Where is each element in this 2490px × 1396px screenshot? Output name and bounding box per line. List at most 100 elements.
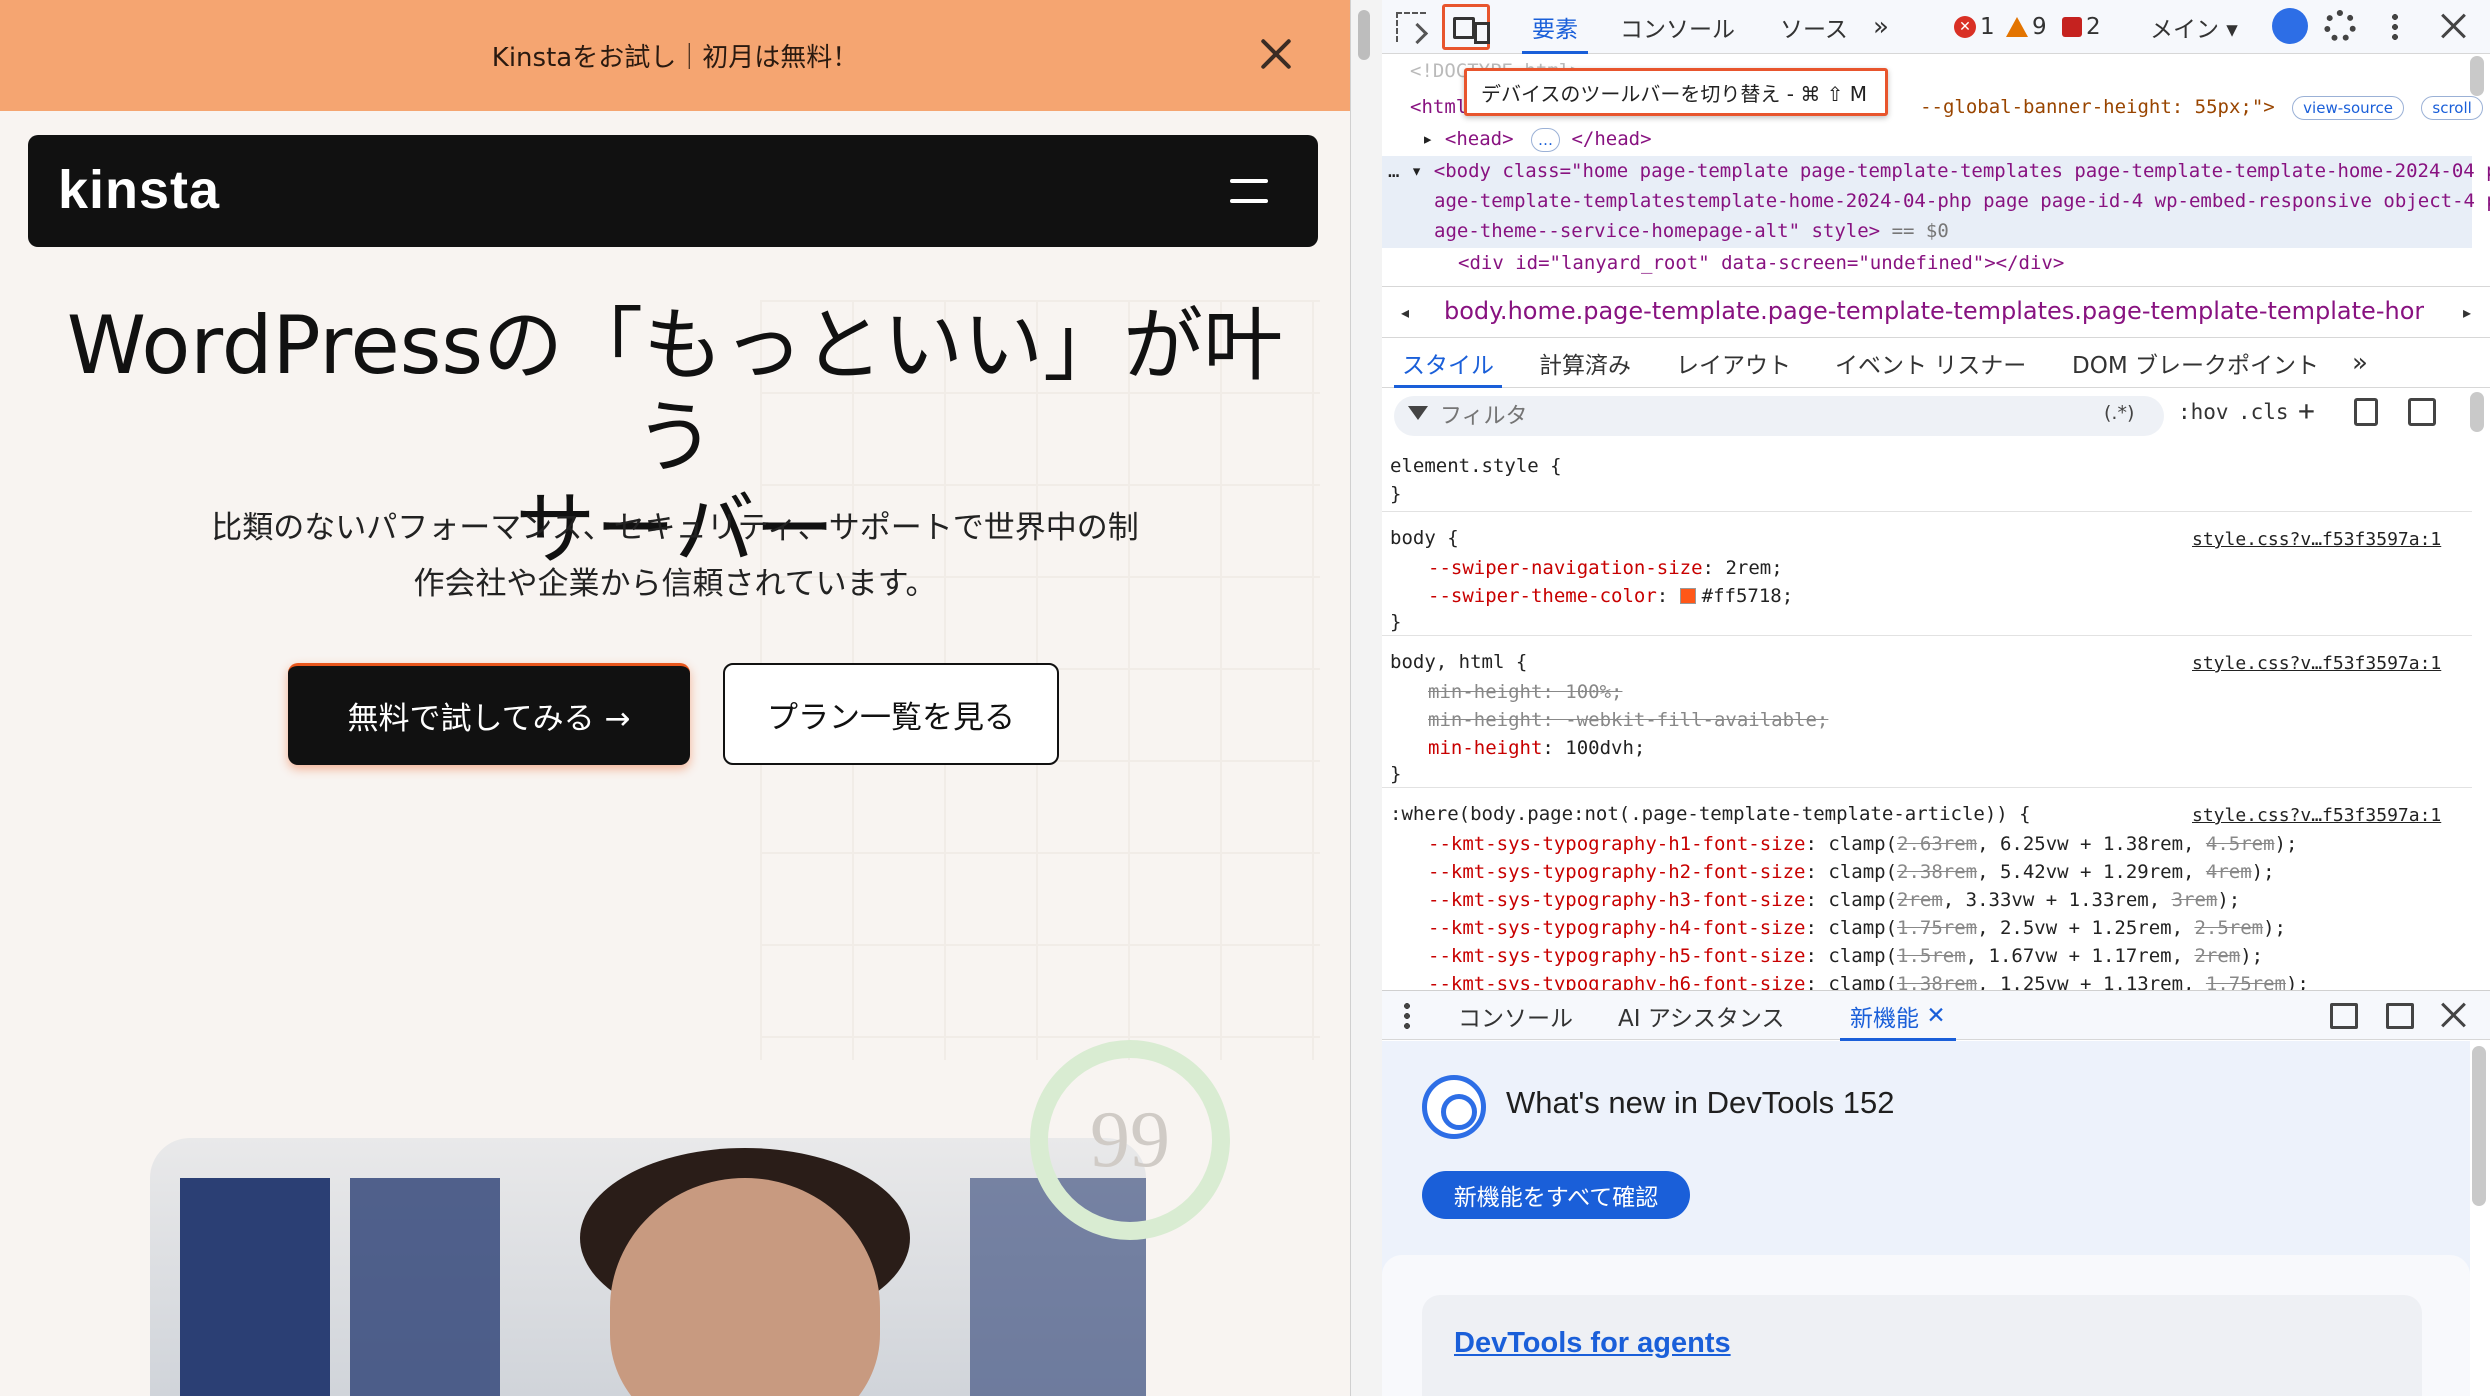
- rule-body-html[interactable]: body, html { style.css?v…f53f3597a:1 min…: [1382, 636, 2472, 788]
- new-rule-plus-icon[interactable]: +: [2298, 394, 2315, 427]
- warning-count-badge[interactable]: 9: [2006, 0, 2047, 54]
- view-plans-button[interactable]: プラン一覧を見る: [723, 663, 1059, 765]
- tab-computed[interactable]: 計算済み: [1539, 338, 1631, 388]
- breadcrumb-left-arrow-icon[interactable]: ◂: [1390, 287, 1420, 337]
- view-source-chip[interactable]: view-source: [2292, 96, 2404, 120]
- color-swatch-icon[interactable]: [1679, 588, 1696, 604]
- rule-property[interactable]: --kmt-sys-typography-h2-font-size: clamp…: [1428, 858, 2275, 886]
- hamburger-menu-icon[interactable]: [1230, 175, 1268, 207]
- more-options-icon[interactable]: [2392, 12, 2398, 42]
- property-name: --kmt-sys-typography-h1-font-size: [1428, 833, 1806, 855]
- class-toggle[interactable]: .cls: [2238, 400, 2289, 424]
- rule-selector: :where(body.page:not(.page-template-temp…: [1390, 803, 2031, 825]
- chrome-logo-icon: [1422, 1075, 1486, 1139]
- property-value-min: 2.63rem: [1897, 833, 1978, 855]
- close-drawer-icon[interactable]: [2440, 1001, 2468, 1029]
- close-devtools-icon[interactable]: [2440, 12, 2468, 40]
- photo-shelf: [180, 1178, 330, 1396]
- rule-property[interactable]: --kmt-sys-typography-h4-font-size: clamp…: [1428, 914, 2286, 942]
- rule-where-page[interactable]: :where(body.page:not(.page-template-temp…: [1382, 788, 2472, 990]
- toggle-sidebar-icon[interactable]: [2408, 398, 2436, 426]
- pane-resizer[interactable]: [1350, 0, 1382, 1396]
- property-value-mid: , 2.5vw + 1.25rem,: [1977, 917, 2195, 939]
- dom-tree-scrollbar[interactable]: [2470, 56, 2484, 96]
- dom-html-tag: <html: [1410, 96, 1468, 118]
- drawer-menu-icon[interactable]: [1404, 1001, 1410, 1031]
- tab-sources[interactable]: ソース: [1780, 0, 1848, 54]
- rule-body[interactable]: body { style.css?v…f53f3597a:1 --swiper-…: [1382, 512, 2472, 636]
- rule-close: }: [1390, 483, 1402, 505]
- whats-new-panel: What's new in DevTools 152 新機能をすべて確認 Dev…: [1382, 1041, 2470, 1396]
- devtools-panel: 要素 コンソール ソース » ✕ 1 9 2 メイン ▾ デバイスのツールバーを…: [1382, 0, 2490, 1396]
- drawer-tab-ai-assistance[interactable]: AI アシスタンス: [1618, 991, 1784, 1041]
- dom-head-node[interactable]: ▸ <head> … </head>: [1422, 124, 1652, 154]
- scroll-chip[interactable]: scroll: [2421, 96, 2483, 120]
- viewport-scrollbar[interactable]: [1358, 10, 1370, 60]
- paint-brush-icon[interactable]: [2354, 398, 2378, 426]
- node-actions-icon[interactable]: … ▾: [1388, 160, 1422, 182]
- rule-property[interactable]: --kmt-sys-typography-h6-font-size: clamp…: [1428, 970, 2309, 990]
- tab-elements[interactable]: 要素: [1522, 0, 1588, 54]
- tab-event-listeners[interactable]: イベント リスナー: [1835, 338, 2026, 388]
- see-all-features-button[interactable]: 新機能をすべて確認: [1422, 1171, 1690, 1219]
- kinsta-logo[interactable]: kinsta: [58, 159, 220, 221]
- property-value: 100dvh;: [1565, 737, 1646, 759]
- overridden-property[interactable]: min-height: -webkit-fill-available;: [1428, 706, 1828, 734]
- dock-bottom-icon[interactable]: [2386, 1003, 2414, 1029]
- main-target-select[interactable]: メイン ▾: [2150, 0, 2238, 54]
- dom-body-node[interactable]: … ▾ <body class="home page-template page…: [1388, 156, 2490, 186]
- close-tab-icon[interactable]: ✕: [1926, 1003, 1945, 1029]
- property-value-prefix: clamp(: [1828, 973, 1898, 990]
- rule-property[interactable]: --kmt-sys-typography-h1-font-size: clamp…: [1428, 830, 2297, 858]
- regex-toggle[interactable]: (.*): [2104, 402, 2134, 424]
- rule-property[interactable]: --kmt-sys-typography-h3-font-size: clamp…: [1428, 886, 2240, 914]
- more-subtabs-chevron-icon[interactable]: »: [2352, 338, 2368, 388]
- rule-source-link[interactable]: style.css?v…f53f3597a:1: [2192, 650, 2441, 678]
- error-count-badge[interactable]: ✕ 1: [1954, 0, 1995, 54]
- property-value-mid: , 6.25vw + 1.38rem,: [1977, 833, 2206, 855]
- ai-assistance-icon[interactable]: [2272, 8, 2308, 44]
- devtools-toolbar: 要素 コンソール ソース » ✕ 1 9 2 メイン ▾: [1382, 0, 2490, 54]
- style-rules-list: element.style { } body { style.css?v…f53…: [1382, 440, 2472, 990]
- tab-console[interactable]: コンソール: [1620, 0, 1735, 54]
- hero-subtitle: 比類のないパフォーマンス、セキュリティ、サポートで世界中の制 作会社や企業から信…: [150, 500, 1200, 612]
- rule-property[interactable]: --kmt-sys-typography-h5-font-size: clamp…: [1428, 942, 2263, 970]
- rule-source-link[interactable]: style.css?v…f53f3597a:1: [2192, 526, 2441, 554]
- property-name: --kmt-sys-typography-h3-font-size: [1428, 889, 1806, 911]
- breadcrumb-path[interactable]: body.home.page-template.page-template-te…: [1444, 297, 2424, 325]
- dom-head-tag: <head>: [1444, 128, 1514, 150]
- rule-property[interactable]: --swiper-navigation-size: 2rem;: [1428, 554, 1783, 582]
- dom-div-lanyard[interactable]: <div id="lanyard_root" data-screen="unde…: [1458, 248, 2064, 278]
- whats-new-card: DevTools for agents: [1422, 1295, 2422, 1396]
- rule-property[interactable]: --swiper-theme-color: #ff5718;: [1428, 582, 1793, 610]
- rule-element-style[interactable]: element.style { }: [1382, 440, 2472, 512]
- rule-property[interactable]: min-height: 100dvh;: [1428, 734, 1645, 762]
- free-trial-button[interactable]: 無料で試してみる →: [288, 663, 690, 765]
- property-value-max: 4.5rem: [2205, 833, 2275, 855]
- hover-state-toggle[interactable]: :hov: [2178, 400, 2229, 424]
- rule-source-link[interactable]: style.css?v…f53f3597a:1: [2192, 802, 2441, 830]
- banner-close-icon[interactable]: [1258, 36, 1294, 72]
- styles-filter-input[interactable]: [1440, 400, 2040, 432]
- issues-count-badge[interactable]: 2: [2062, 0, 2101, 54]
- dock-side-icon[interactable]: [2330, 1003, 2358, 1029]
- expand-triangle-icon[interactable]: ▸: [1422, 128, 1445, 150]
- device-toolbar-toggle[interactable]: [1442, 4, 1490, 50]
- property-value-suffix: );: [2263, 917, 2286, 939]
- more-tabs-chevron-icon[interactable]: »: [1873, 0, 1889, 54]
- overridden-property[interactable]: min-height: 100%;: [1428, 678, 1622, 706]
- styles-scrollbar[interactable]: [2470, 392, 2484, 432]
- tab-dom-breakpoints[interactable]: DOM ブレークポイント: [2072, 338, 2319, 388]
- property-value-mid: , 5.42vw + 1.29rem,: [1977, 861, 2206, 883]
- devtools-for-agents-link[interactable]: DevTools for agents: [1454, 1327, 1731, 1360]
- drawer-tab-whats-new[interactable]: 新機能 ✕: [1840, 991, 1956, 1041]
- property-value-mid: , 1.67vw + 1.17rem,: [1965, 945, 2195, 967]
- inspect-element-icon[interactable]: [1396, 12, 1426, 42]
- drawer-tab-console[interactable]: コンソール: [1458, 991, 1573, 1041]
- breadcrumb-right-arrow-icon[interactable]: ▸: [2452, 287, 2482, 337]
- tab-layout[interactable]: レイアウト: [1676, 338, 1791, 388]
- settings-gear-icon[interactable]: [2324, 10, 2356, 42]
- tab-styles[interactable]: スタイル: [1394, 338, 1502, 388]
- head-ellipsis-chip[interactable]: …: [1530, 128, 1560, 152]
- whats-new-scrollbar[interactable]: [2472, 1046, 2486, 1206]
